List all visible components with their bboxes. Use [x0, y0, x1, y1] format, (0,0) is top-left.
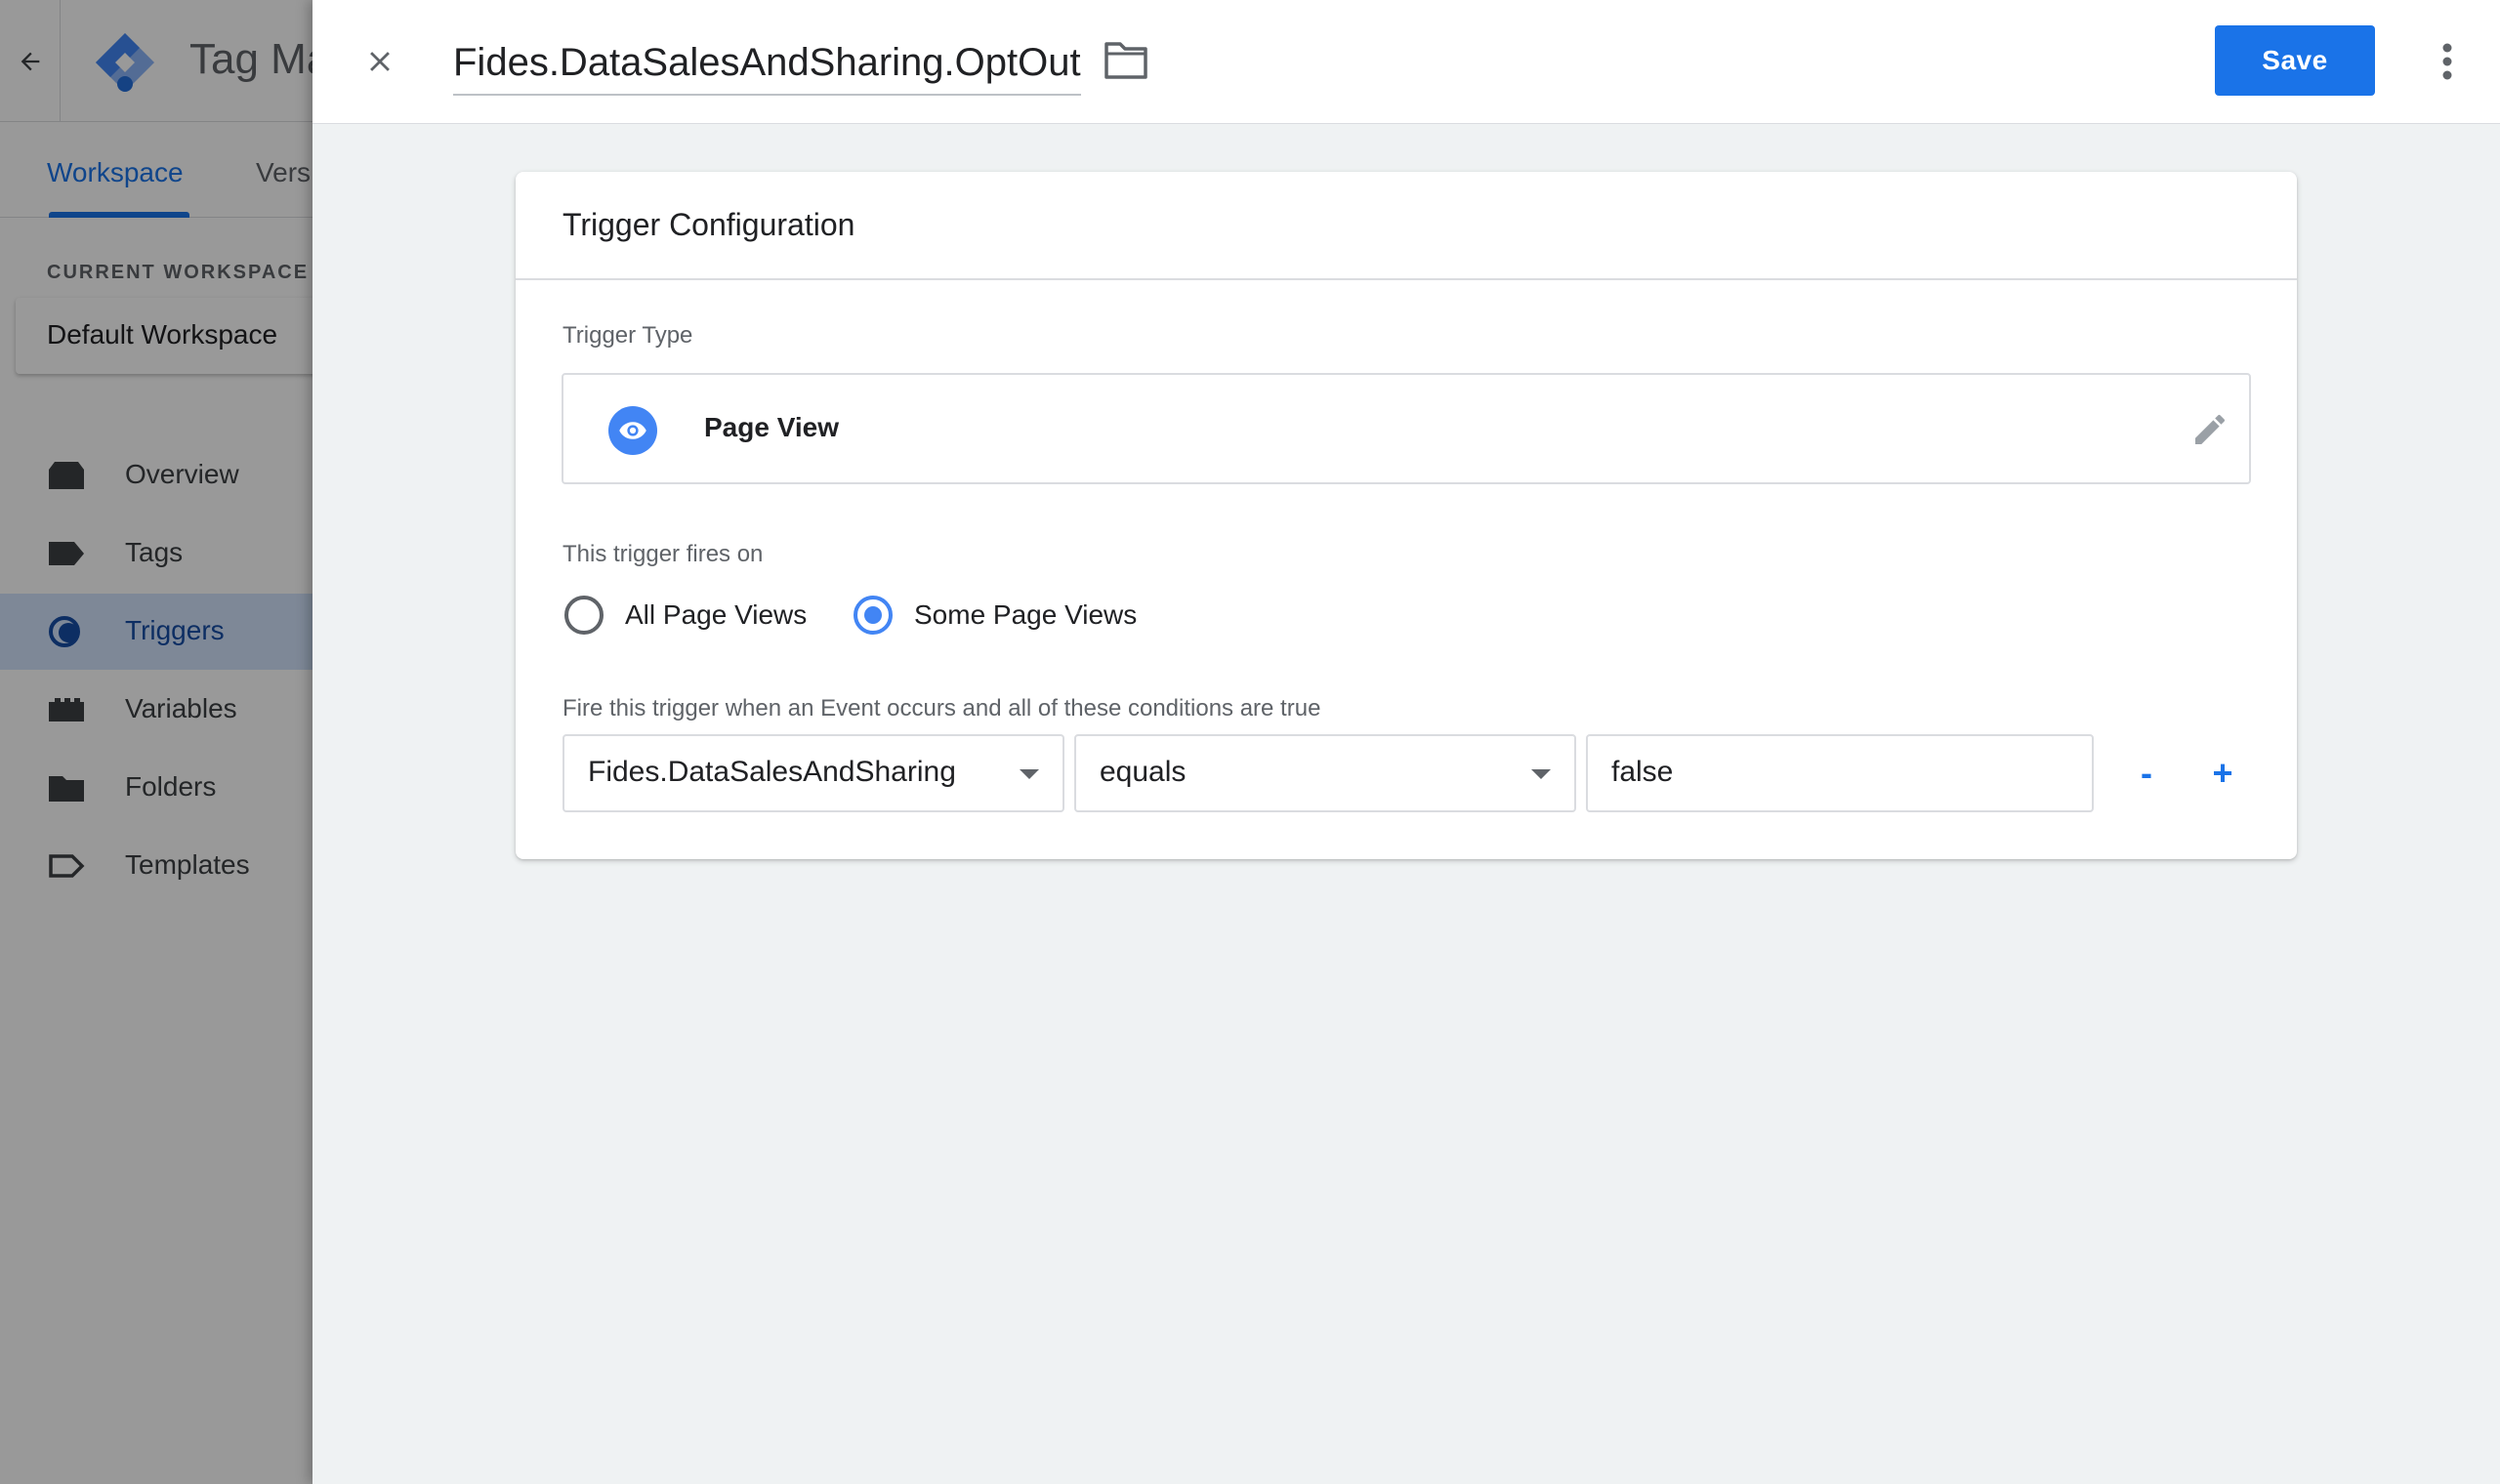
card-title: Trigger Configuration	[562, 207, 855, 242]
modal-scrim[interactable]	[0, 0, 322, 1484]
more-vert-icon	[2442, 43, 2452, 80]
dropdown-arrow-icon	[1020, 769, 1039, 779]
radio-unchecked-icon	[564, 596, 604, 635]
pencil-edit-icon[interactable]	[2190, 410, 2229, 449]
condition-operator-value: equals	[1100, 756, 1187, 788]
condition-operator-select[interactable]: equals	[1074, 734, 1576, 812]
radio-all-page-views[interactable]: All Page Views	[564, 594, 807, 637]
trigger-type-selector[interactable]: Page View	[562, 373, 2251, 484]
save-button[interactable]: Save	[2215, 25, 2375, 96]
condition-label: Fire this trigger when an Event occurs a…	[562, 695, 1321, 721]
trigger-type-label: Trigger Type	[562, 322, 693, 349]
radio-checked-icon	[854, 596, 893, 635]
more-options-button[interactable]	[2428, 39, 2467, 84]
close-button[interactable]	[357, 39, 402, 84]
add-condition-button[interactable]: +	[2199, 750, 2246, 797]
condition-value-text: false	[1611, 756, 1674, 788]
dropdown-arrow-icon	[1531, 769, 1551, 779]
close-icon	[370, 52, 390, 71]
remove-condition-button[interactable]: -	[2123, 750, 2170, 797]
fires-on-label: This trigger fires on	[562, 541, 764, 567]
condition-variable-select[interactable]: Fides.DataSalesAndSharing	[562, 734, 1064, 812]
radio-some-page-views[interactable]: Some Page Views	[854, 594, 1137, 637]
condition-value-input[interactable]: false	[1586, 734, 2094, 812]
radio-label: All Page Views	[625, 599, 808, 630]
trigger-name-input[interactable]: Fides.DataSalesAndSharing.OptOut	[453, 37, 1081, 96]
page-view-icon	[608, 406, 657, 455]
trigger-configuration-card: Trigger Configuration Trigger Type Page …	[516, 172, 2297, 859]
editor-header: Fides.DataSalesAndSharing.OptOut Save	[312, 0, 2500, 124]
card-divider	[516, 278, 2297, 280]
condition-variable-value: Fides.DataSalesAndSharing	[588, 756, 956, 788]
folder-outline-icon[interactable]	[1104, 41, 1148, 80]
radio-label: Some Page Views	[914, 599, 1138, 630]
trigger-editor-panel: Fides.DataSalesAndSharing.OptOut Save Tr…	[312, 0, 2500, 1484]
trigger-type-name: Page View	[704, 412, 840, 442]
